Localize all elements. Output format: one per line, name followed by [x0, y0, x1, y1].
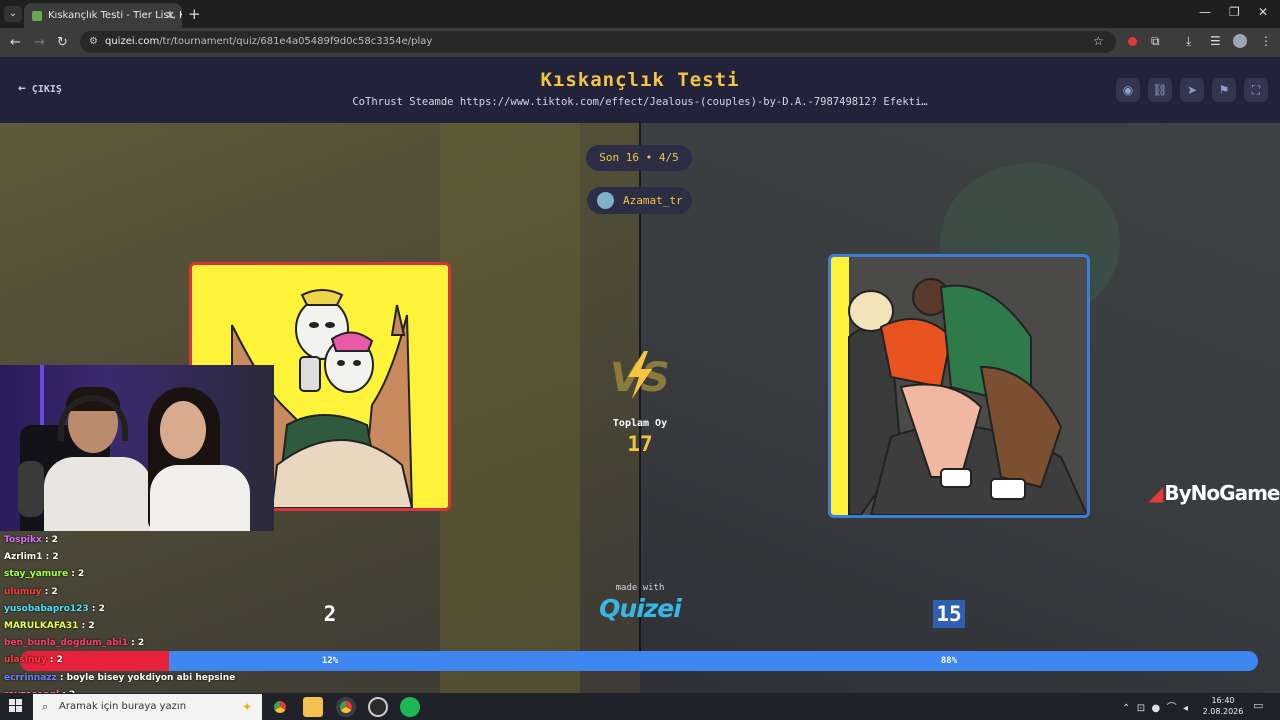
tab-search-chevron-icon[interactable]: ⌄ — [4, 6, 22, 22]
chat-text: : 2 — [45, 552, 59, 563]
address-bar[interactable]: quizei.com/tr/tournament/quiz/681e4a0548… — [80, 31, 1116, 53]
username: Azamat_tr — [623, 194, 683, 207]
left-vote-count: 2 — [323, 602, 337, 626]
chat-message: ecrrinnazz : boyle bisey yokdiyon abi he… — [4, 670, 284, 687]
send-icon[interactable]: ➤ — [1180, 78, 1204, 102]
volume-icon[interactable]: ◂ — [1183, 703, 1188, 714]
user-avatar — [597, 192, 614, 209]
forward-arrow-icon[interactable]: → — [34, 35, 45, 50]
chat-text: : 2 — [49, 655, 63, 666]
record-extension-icon[interactable] — [1128, 37, 1137, 46]
notification-icon[interactable]: ▭ — [1253, 699, 1263, 712]
bookmark-star-icon[interactable]: ☆ — [1093, 34, 1104, 48]
quizei-logo[interactable]: Quizei — [590, 594, 690, 623]
round-badge: Son 16 • 4/5 — [586, 145, 692, 171]
spotify-taskbar-icon[interactable] — [400, 697, 420, 717]
chat-username: MARULKAFA31 — [4, 620, 79, 631]
chat-overlay: Tospikx : 2 Azrlim1 : 2 stay_yamure : 2 ulu… — [4, 532, 284, 700]
system-tray[interactable]: ⌃ ⊡ ● ⌒ ◂ — [1122, 699, 1188, 714]
tray-chevron-icon[interactable]: ⌃ — [1122, 703, 1130, 714]
chat-message: ben_bunla_dogdum_abi1 : 2 — [4, 635, 284, 652]
mic-icon[interactable]: ● — [1152, 703, 1161, 714]
eye-icon[interactable]: ◉ — [1116, 78, 1140, 102]
chat-text: : 2 — [91, 603, 105, 614]
chat-message: MARULKAFA31 : 2 — [4, 618, 284, 635]
taskbar-search-placeholder: Aramak için buraya yazın — [59, 701, 187, 712]
clock-time: 16:40 — [1211, 696, 1235, 705]
file-explorer-taskbar-icon[interactable] — [303, 697, 323, 717]
right-choice-illustration — [831, 257, 1087, 515]
stream-brand-logo: ◢ ByNoGame — [1148, 481, 1280, 505]
chat-text: : 2 — [81, 620, 95, 631]
chat-text: : 2 — [44, 586, 58, 597]
made-with-label: made with — [615, 583, 665, 593]
taskbar-clock[interactable]: 16:40 2.08.2026 — [1198, 695, 1248, 717]
site-favicon-icon — [32, 11, 42, 21]
chat-message: yusobabapro123 : 2 — [4, 601, 284, 618]
chat-message: Azrlim1 : 2 — [4, 549, 284, 566]
menu-kebab-icon[interactable]: ⋮ — [1260, 34, 1272, 48]
chat-username: Azrlim1 — [4, 552, 43, 563]
chat-username: yusobabapro123 — [4, 603, 89, 614]
chat-message: Tospikx : 2 — [4, 532, 284, 549]
close-window-icon[interactable]: ✕ — [1258, 5, 1268, 19]
chrome-taskbar-icon[interactable] — [270, 697, 290, 717]
extensions-puzzle-icon[interactable]: ⧉ — [1151, 34, 1160, 49]
fullscreen-icon[interactable]: ⛶ — [1244, 78, 1268, 102]
link-icon[interactable]: ⛓ — [1148, 78, 1172, 102]
clock-date: 2.08.2026 — [1202, 707, 1244, 716]
versus-icon: VS — [610, 351, 670, 401]
new-tab-plus-icon[interactable]: + — [188, 5, 201, 23]
chrome-active-taskbar-icon[interactable] — [336, 697, 356, 717]
chat-username: stay_yamure — [4, 569, 69, 580]
chat-username: ulaslnuy — [4, 655, 47, 666]
chat-username: ben_bunla_dogdum_abi1 — [4, 638, 129, 649]
search-icon: ⌕ — [42, 700, 49, 713]
wifi-icon[interactable]: ⌒ — [1167, 703, 1177, 714]
flag-icon[interactable]: ⚑ — [1212, 78, 1236, 102]
right-vote-count: 15 — [933, 600, 965, 628]
search-highlight-icon: ✦ — [241, 700, 252, 714]
chat-message: stay_yamure : 2 — [4, 566, 284, 583]
tab-title: Kıskançlık Testi - Tier List, Kör S... — [48, 10, 182, 21]
profile-avatar-icon[interactable] — [1233, 34, 1247, 48]
chat-text: : 2 — [131, 638, 145, 649]
reading-list-icon[interactable]: ☰ — [1210, 34, 1221, 48]
close-tab-icon[interactable]: ✕ — [166, 3, 175, 28]
reload-icon[interactable]: ↻ — [57, 35, 68, 50]
total-votes-value: 17 — [627, 432, 653, 456]
left-vote-percent: 12% — [321, 656, 339, 666]
feather-icon: ◢ — [1148, 481, 1163, 505]
chat-message: ulumuy : 2 — [4, 584, 284, 601]
site-info-icon[interactable]: ⚙ — [89, 36, 98, 47]
quiz-title: Kıskançlık Testi — [540, 69, 740, 91]
obs-taskbar-icon[interactable] — [368, 697, 388, 717]
network-icon[interactable]: ⊡ — [1137, 703, 1145, 714]
back-arrow-icon[interactable]: ← — [10, 35, 21, 50]
webcam-overlay — [0, 365, 274, 531]
url-path: /tr/tournament/quiz/681e4a05489f9d0c58c3… — [159, 36, 433, 47]
minimize-window-icon[interactable]: — — [1199, 5, 1211, 19]
stream-brand-text: ByNoGame — [1164, 481, 1280, 505]
windows-start-icon[interactable] — [9, 699, 23, 713]
downloads-icon[interactable]: ⤓ — [1186, 34, 1191, 49]
chat-username: Tospikx — [4, 535, 42, 545]
chat-text: : boyle bisey yokdiyon abi hepsine — [59, 672, 236, 683]
quiz-description: CoThrust Steamde https://www.tiktok.com/… — [352, 96, 928, 108]
restore-window-icon[interactable]: ❐ — [1229, 5, 1240, 19]
chat-text: : 2 — [44, 535, 58, 545]
chat-text: : 2 — [71, 569, 85, 580]
browser-tab[interactable]: Kıskançlık Testi - Tier List, Kör S... ✕ — [24, 3, 182, 28]
url-host: quizei.com — [105, 36, 160, 47]
right-vote-percent: 88% — [940, 656, 958, 666]
taskbar-search-box[interactable]: ⌕ Aramak için buraya yazın ✦ — [33, 694, 262, 720]
total-votes-label: Toplam Oy — [612, 418, 668, 429]
chat-message: ulaslnuy : 2 — [4, 652, 284, 669]
chat-username: ecrrinnazz — [4, 672, 57, 683]
user-pill: Azamat_tr — [587, 187, 692, 214]
right-choice-card[interactable] — [828, 254, 1090, 518]
chat-username: ulumuy — [4, 586, 42, 597]
